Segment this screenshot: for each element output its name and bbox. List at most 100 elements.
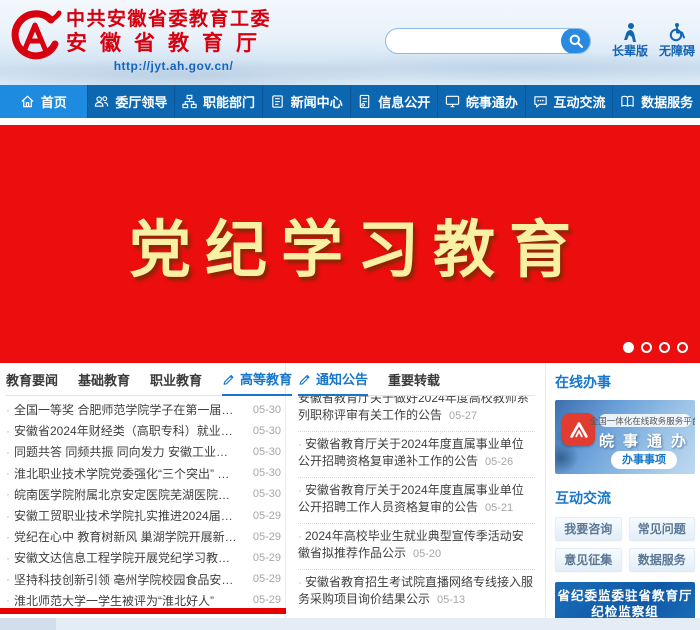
pen-icon <box>298 372 312 386</box>
news-item[interactable]: ·坚持科技创新引领 亳州学院校园食品安全管理能力再...05-29 <box>6 569 281 590</box>
page: 中共安徽省委教育工委 安徽省教育厅 http://jyt.ah.gov.cn/ … <box>0 0 700 630</box>
news-item[interactable]: ·皖南医学院附属北京安定医院芜湖医院签约揭牌05-30 <box>6 484 281 505</box>
notice-tabs: 通知公告 重要转载 <box>298 370 535 396</box>
content-area: 教育要闻 基础教育 职业教育 高等教育 ·全国一等奖 合肥师范学院学子在第一届信… <box>0 363 700 618</box>
home-icon <box>20 94 35 109</box>
bullet: · <box>6 466 14 480</box>
notice-item[interactable]: 安徽省教育厅关于做好2024年度高校教师系列职称评审有关工作的公告05-27 <box>298 396 535 432</box>
elder-version-label: 长辈版 <box>612 44 648 58</box>
tab-basic-education[interactable]: 基础教育 <box>78 370 130 395</box>
notice-item[interactable]: ·2024年高校毕业生就业典型宣传季活动安徽省拟推荐作品公示05-20 <box>298 524 535 570</box>
nav-item-departments[interactable]: 职能部门 <box>175 85 263 118</box>
org-title-line1: 中共安徽省委教育工委 <box>66 8 356 31</box>
nav-label: 新闻中心 <box>291 92 343 111</box>
main-nav: 首页 委厅领导 职能部门 新闻中心 信息公开 皖事通办 互动交流 数据服务 <box>0 85 700 118</box>
footer-strip <box>0 618 700 630</box>
carousel-dot-2[interactable] <box>641 342 652 353</box>
nav-item-home[interactable]: 首页 <box>0 85 88 118</box>
bullet: · <box>6 551 14 565</box>
carousel-banner[interactable]: 党纪学习教育 <box>0 125 700 363</box>
notice-item[interactable]: ·安徽省教育厅关于2024年度直属事业单位公开招聘工作人员资格复审的公告05-2… <box>298 478 535 524</box>
banner-title: 党纪学习教育 <box>115 199 585 289</box>
wanshitongban-card[interactable]: 全国一体化在线政务服务平台 皖事通办 办事事项 <box>555 400 695 474</box>
notice-item[interactable]: ·安徽省教育招生考试院直播网络专线接入服务采购项目询价结果公示05-13 <box>298 570 535 614</box>
bullet: · <box>6 572 14 586</box>
interaction-buttons: 我要咨询 常见问题 意见征集 数据服务 <box>555 517 695 571</box>
nav-label: 信息公开 <box>378 92 430 111</box>
data-service-button[interactable]: 数据服务 <box>629 548 696 571</box>
news-item[interactable]: ·同题共答 同频共振 同向发力 安徽工业大学党委与马...05-30 <box>6 441 281 462</box>
interaction-heading: 互动交流 <box>555 488 695 508</box>
nav-item-news-center[interactable]: 新闻中心 <box>263 85 351 118</box>
online-services-heading: 在线办事 <box>555 372 695 392</box>
bullet: · <box>6 445 14 459</box>
service-column: 在线办事 全国一体化在线政务服务平台 皖事通办 办事事项 互动交流 我要咨询 常… <box>546 363 700 618</box>
data-services-icon <box>620 94 635 109</box>
carousel-dots <box>623 342 688 353</box>
search-button[interactable] <box>561 28 591 54</box>
news-item[interactable]: ·淮北职业技术学院党委强化“三个突出” 引领推动党...05-30 <box>6 463 281 484</box>
nav-label: 互动交流 <box>554 92 606 111</box>
bullet: · <box>298 575 302 589</box>
faq-button[interactable]: 常见问题 <box>629 517 696 540</box>
news-item[interactable]: ·安徽省2024年财经类（高职专科）就业市场双选会...05-30 <box>6 420 281 441</box>
consult-button[interactable]: 我要咨询 <box>555 517 622 540</box>
nav-label: 委厅领导 <box>115 92 167 111</box>
interaction-icon <box>533 94 548 109</box>
news-item[interactable]: ·全国一等奖 合肥师范学院学子在第一届信息安全铁人...05-30 <box>6 399 281 420</box>
tab-important-reposts[interactable]: 重要转载 <box>388 370 440 395</box>
notice-column: 通知公告 重要转载 安徽省教育厅关于做好2024年度高校教师系列职称评审有关工作… <box>286 363 546 618</box>
bullet: · <box>6 530 14 544</box>
tab-notices[interactable]: 通知公告 <box>298 369 368 396</box>
news-icon <box>270 94 285 109</box>
site-header: 中共安徽省委教育工委 安徽省教育厅 http://jyt.ah.gov.cn/ … <box>0 0 700 85</box>
elder-person-icon <box>608 22 652 42</box>
nav-label: 数据服务 <box>641 92 693 111</box>
site-titles: 中共安徽省委教育工委 安徽省教育厅 http://jyt.ah.gov.cn/ <box>66 8 356 73</box>
site-url[interactable]: http://jyt.ah.gov.cn/ <box>66 59 281 73</box>
nav-item-leaders[interactable]: 委厅领导 <box>88 85 176 118</box>
platform-strip-label: 全国一体化在线政务服务平台 <box>599 414 691 427</box>
bullet: · <box>298 483 302 497</box>
news-item[interactable]: ·党纪在心中 教育树新风 巢湖学院开展新进教师师德...05-29 <box>6 526 281 547</box>
footer-strip-segment <box>0 618 56 630</box>
nav-item-interaction[interactable]: 互动交流 <box>526 85 614 118</box>
site-logo[interactable] <box>6 7 62 65</box>
tab-label: 通知公告 <box>316 369 368 388</box>
pen-icon <box>222 372 236 386</box>
notice-item[interactable]: ·安徽省教育厅关于2024年度直属事业单位公开招聘资格复审递补工作的公告05-2… <box>298 432 535 478</box>
departments-icon <box>182 94 197 109</box>
search-input[interactable] <box>386 29 561 53</box>
org-title-line2: 安徽省教育厅 <box>66 31 356 57</box>
search-bar <box>385 28 591 54</box>
inspection-line1: 省纪委监委驻省教育厅 <box>555 588 695 604</box>
nav-label: 皖事通办 <box>466 92 518 111</box>
carousel-dot-3[interactable] <box>659 342 670 353</box>
nav-label: 首页 <box>41 92 67 111</box>
nav-item-info-disclosure[interactable]: 信息公开 <box>351 85 439 118</box>
news-item[interactable]: ·安徽工贸职业技术学院扎实推进2024届毕业生就业...05-29 <box>6 505 281 526</box>
news-tabs: 教育要闻 基础教育 职业教育 高等教育 <box>6 370 281 396</box>
tab-higher-education[interactable]: 高等教育 <box>222 369 292 396</box>
bullet: · <box>298 529 302 543</box>
notice-list: 安徽省教育厅关于做好2024年度高校教师系列职称评审有关工作的公告05-27 ·… <box>298 396 535 614</box>
nav-item-data-services[interactable]: 数据服务 <box>613 85 700 118</box>
bullet: · <box>6 593 14 607</box>
bullet: · <box>6 487 14 501</box>
service-items-button[interactable]: 办事事项 <box>611 451 677 469</box>
bullet: · <box>6 403 14 417</box>
leaders-icon <box>94 94 109 109</box>
news-list: ·全国一等奖 合肥师范学院学子在第一届信息安全铁人...05-30 ·安徽省20… <box>6 399 281 611</box>
accessibility-button[interactable]: 无障碍 <box>655 22 699 60</box>
tab-vocational-education[interactable]: 职业教育 <box>150 370 202 395</box>
news-item[interactable]: ·安徽文达信息工程学院开展党纪学习教育专题辅导05-29 <box>6 547 281 568</box>
elder-version-button[interactable]: 长辈版 <box>608 22 652 60</box>
feedback-button[interactable]: 意见征集 <box>555 548 622 571</box>
carousel-dot-4[interactable] <box>677 342 688 353</box>
nav-item-online-services[interactable]: 皖事通办 <box>438 85 526 118</box>
bullet: · <box>6 424 14 438</box>
tab-label: 高等教育 <box>240 369 292 388</box>
red-divider-strip <box>0 608 286 614</box>
carousel-dot-1[interactable] <box>623 342 634 353</box>
tab-education-news[interactable]: 教育要闻 <box>6 370 58 395</box>
